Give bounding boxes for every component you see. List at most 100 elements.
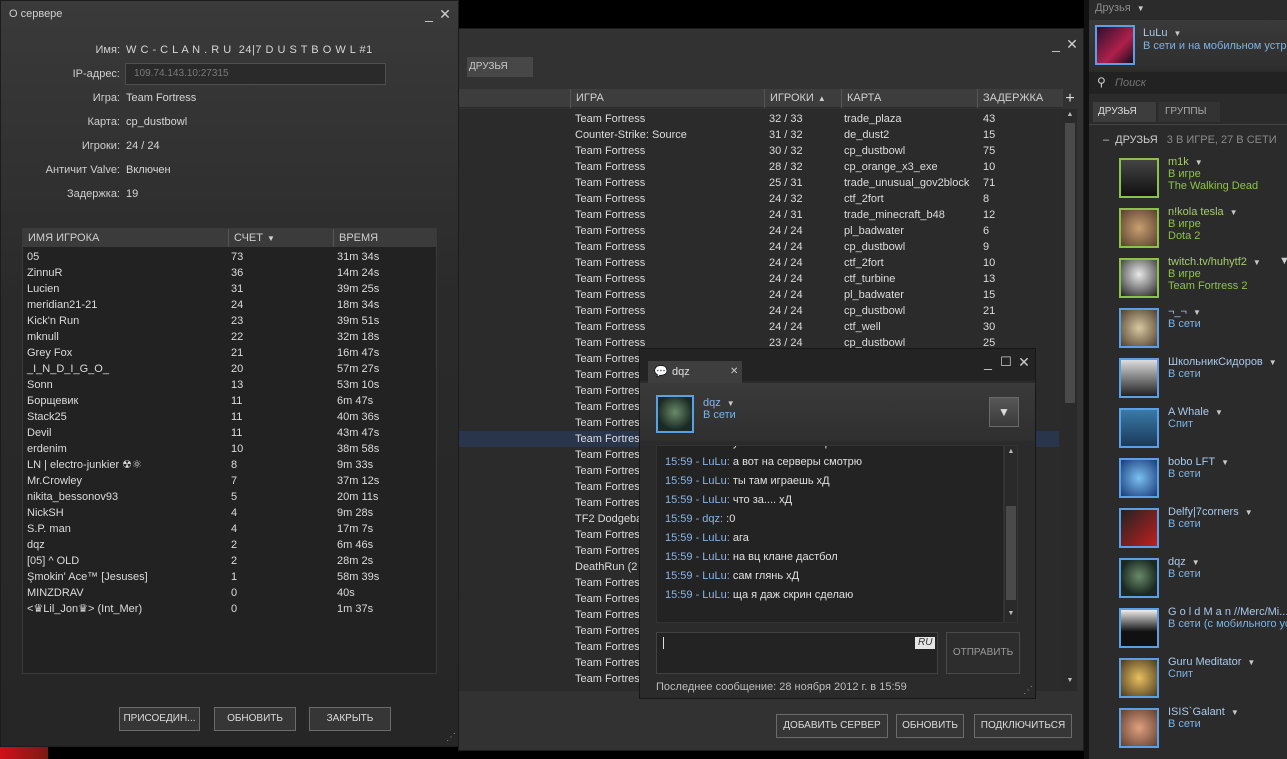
column-players[interactable]: ИГРОКИ ▲ bbox=[764, 89, 841, 108]
player-row[interactable]: Mr.Crowley 7 37m 12s bbox=[23, 473, 436, 489]
friend-name[interactable]: G o l d M a n //Merc/Mi...▼ bbox=[1168, 606, 1287, 618]
player-row[interactable]: erdenim 10 38m 58s bbox=[23, 441, 436, 457]
player-row[interactable]: nikita_bessonov93 5 20m 11s bbox=[23, 489, 436, 505]
friend-avatar[interactable] bbox=[1119, 458, 1159, 498]
player-row[interactable]: [05] ^ OLD 2 28m 2s bbox=[23, 553, 436, 569]
server-row[interactable]: Team Fortress 24 / 31 trade_minecraft_b48 1… bbox=[459, 207, 1059, 223]
refresh-button[interactable]: ОБНОВИТЬ bbox=[214, 707, 296, 731]
scroll-down-icon[interactable]: ▼ bbox=[1006, 610, 1016, 620]
server-row[interactable]: Team Fortress 24 / 24 pl_badwater 15 bbox=[459, 287, 1059, 303]
resize-grip-icon[interactable]: ⋰ bbox=[446, 732, 456, 743]
search-input[interactable] bbox=[1115, 75, 1283, 91]
server-row[interactable]: Team Fortress 24 / 32 ctf_2fort 8 bbox=[459, 191, 1059, 207]
scroll-up-icon[interactable]: ▲ bbox=[1065, 111, 1075, 121]
column-map[interactable]: КАРТА bbox=[841, 89, 977, 108]
friend-entry[interactable]: ШкольникСидоров ▼ В сети bbox=[1119, 356, 1287, 402]
friend-entry[interactable]: Delfy|7corners ▼ В сети bbox=[1119, 506, 1287, 552]
friend-name[interactable]: m1k ▼ bbox=[1168, 156, 1287, 168]
player-row[interactable]: Şmokin' Ace™ [Jesuses] 1 58m 39s bbox=[23, 569, 436, 585]
friend-name[interactable]: ШкольникСидоров ▼ bbox=[1168, 356, 1287, 368]
friend-avatar[interactable] bbox=[1119, 558, 1159, 598]
server-row[interactable]: Team Fortress 30 / 32 cp_dustbowl 75 bbox=[459, 143, 1059, 159]
friend-entry[interactable]: Guru Meditator ▼ Спит bbox=[1119, 656, 1287, 702]
language-indicator[interactable]: RU bbox=[915, 637, 936, 649]
friend-name[interactable]: bobo LFT ▼ bbox=[1168, 456, 1287, 468]
player-row[interactable]: NickSH 4 9m 28s bbox=[23, 505, 436, 521]
player-row[interactable]: 05 73 31m 34s bbox=[23, 249, 436, 265]
add-column-icon[interactable]: + bbox=[1063, 89, 1077, 108]
column-game[interactable]: ИГРА bbox=[570, 89, 764, 108]
close-icon[interactable]: ✕ bbox=[1065, 37, 1079, 51]
ip-address-field[interactable]: 109.74.143.10:27315 bbox=[125, 63, 386, 85]
friend-name[interactable]: twitch.tv/huhytf2 ▼ bbox=[1168, 256, 1287, 268]
minimize-icon[interactable]: _ bbox=[1049, 37, 1063, 51]
player-row[interactable]: S.P. man 4 17m 7s bbox=[23, 521, 436, 537]
send-button[interactable]: ОТПРАВИТЬ bbox=[946, 632, 1020, 674]
tab-groups[interactable]: ГРУППЫ bbox=[1158, 102, 1220, 122]
player-row[interactable]: dqz 2 6m 46s bbox=[23, 537, 436, 553]
player-row[interactable]: <♛Lil_Jon♛> (Int_Mer) 0 1m 37s bbox=[23, 601, 436, 617]
friend-avatar[interactable] bbox=[1119, 408, 1159, 448]
server-list-scrollbar[interactable]: ▲ ▼ bbox=[1063, 109, 1077, 691]
friend-name[interactable]: Guru Meditator ▼ bbox=[1168, 656, 1287, 668]
player-row[interactable]: Борщевик 11 6m 47s bbox=[23, 393, 436, 409]
close-tab-icon[interactable]: ✕ bbox=[730, 361, 738, 383]
friends-title[interactable]: Друзья ▼ bbox=[1095, 2, 1145, 14]
player-row[interactable]: mknull 22 32m 18s bbox=[23, 329, 436, 345]
friend-entry[interactable]: n!kola tesla ▼ В игре Dota 2 bbox=[1119, 206, 1287, 252]
server-row[interactable]: Team Fortress 24 / 24 ctf_turbine 13 bbox=[459, 271, 1059, 287]
friend-entry[interactable]: A Whale ▼ Спит bbox=[1119, 406, 1287, 452]
friend-entry[interactable]: bobo LFT ▼ В сети bbox=[1119, 456, 1287, 502]
friend-entry[interactable]: dqz ▼ В сети bbox=[1119, 556, 1287, 602]
server-row[interactable]: Team Fortress 24 / 24 cp_dustbowl 21 bbox=[459, 303, 1059, 319]
friend-avatar[interactable] bbox=[1119, 158, 1159, 198]
my-profile[interactable]: LuLu ▼ В сети и на мобильном устр bbox=[1089, 20, 1287, 70]
column-player-name[interactable]: ИМЯ ИГРОКА bbox=[28, 229, 99, 247]
server-row[interactable]: Team Fortress 25 / 31 trade_unusual_gov2bl… bbox=[459, 175, 1059, 191]
server-row[interactable]: Team Fortress 32 / 33 trade_plaza 43 bbox=[459, 111, 1059, 127]
friend-entry[interactable]: G o l d M a n //Merc/Mi...▼В сети (с моб… bbox=[1119, 606, 1287, 652]
player-row[interactable]: _I_N_D_I_G_O_ 20 57m 27s bbox=[23, 361, 436, 377]
connect-button[interactable]: ПОДКЛЮЧИТЬСЯ bbox=[974, 714, 1072, 738]
scroll-down-icon[interactable]: ▼ bbox=[1065, 677, 1075, 687]
maximize-icon[interactable]: ☐ bbox=[999, 355, 1013, 369]
friend-entry[interactable]: ISIS`Galant ▼ В сети bbox=[1119, 706, 1287, 752]
scroll-up-icon[interactable]: ▲ bbox=[1006, 448, 1016, 458]
close-icon[interactable]: ✕ bbox=[438, 7, 452, 21]
friend-avatar[interactable] bbox=[1119, 358, 1159, 398]
player-row[interactable]: Lucien 31 39m 25s bbox=[23, 281, 436, 297]
friend-entry[interactable]: ¬_¬ ▼ В сети bbox=[1119, 306, 1287, 352]
friend-name[interactable]: Delfy|7corners ▼ bbox=[1168, 506, 1287, 518]
chat-tab-dqz[interactable]: 💬 dqz ✕ bbox=[648, 361, 742, 383]
friend-avatar[interactable] bbox=[1119, 508, 1159, 548]
friends-search[interactable]: ⚲ bbox=[1089, 72, 1287, 94]
minimize-icon[interactable]: _ bbox=[422, 7, 436, 21]
player-row[interactable]: Stack25 11 40m 36s bbox=[23, 409, 436, 425]
tab-friends[interactable]: ДРУЗЬЯ bbox=[467, 57, 533, 77]
minimize-icon[interactable]: _ bbox=[981, 355, 995, 369]
friend-avatar[interactable] bbox=[1119, 258, 1159, 298]
my-name[interactable]: LuLu ▼ bbox=[1143, 27, 1181, 39]
friend-entry[interactable]: m1k ▼ В игре The Walking Dead bbox=[1119, 156, 1287, 202]
friend-avatar[interactable] bbox=[1119, 208, 1159, 248]
friend-avatar[interactable] bbox=[1119, 708, 1159, 748]
server-row[interactable]: Team Fortress 24 / 24 ctf_well 30 bbox=[459, 319, 1059, 335]
friend-name[interactable]: dqz ▼ bbox=[1168, 556, 1287, 568]
player-row[interactable]: Sonn 13 53m 10s bbox=[23, 377, 436, 393]
join-button[interactable]: ПРИСОЕДИН... bbox=[119, 707, 200, 731]
column-score[interactable]: СЧЕТ ▼ bbox=[228, 229, 275, 247]
player-row[interactable]: Devil 11 43m 47s bbox=[23, 425, 436, 441]
friend-name[interactable]: n!kola tesla ▼ bbox=[1168, 206, 1287, 218]
friend-avatar[interactable] bbox=[1119, 308, 1159, 348]
player-row[interactable]: ZinnuR 36 14m 24s bbox=[23, 265, 436, 281]
player-row[interactable]: MINZDRAV 0 40s bbox=[23, 585, 436, 601]
server-row[interactable]: Team Fortress 24 / 24 pl_badwater 6 bbox=[459, 223, 1059, 239]
friends-group-header[interactable]: – ДРУЗЬЯ 3 В ИГРЕ, 27 В СЕТИ bbox=[1103, 134, 1287, 146]
friend-name[interactable]: ISIS`Galant ▼ bbox=[1168, 706, 1287, 718]
resize-grip-icon[interactable]: ⋰ bbox=[1023, 685, 1033, 696]
my-avatar[interactable] bbox=[1095, 25, 1135, 65]
chat-options-button[interactable]: ▼ bbox=[989, 397, 1019, 427]
server-row[interactable]: Team Fortress 24 / 24 ctf_2fort 10 bbox=[459, 255, 1059, 271]
contact-name[interactable]: dqz ▼ bbox=[703, 397, 735, 409]
scroll-thumb[interactable] bbox=[1006, 506, 1016, 600]
